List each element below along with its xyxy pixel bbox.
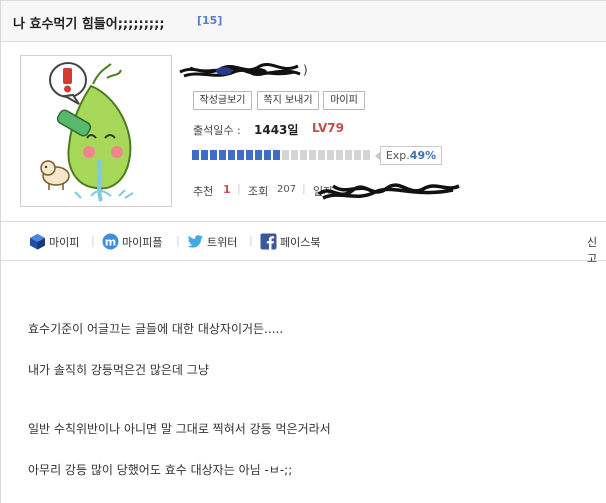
exp-segment-filled: [237, 150, 244, 160]
exp-percent: 49%: [409, 149, 437, 162]
exp-segment-empty: [327, 150, 334, 160]
share-facebook-label: 페이스북: [280, 236, 321, 249]
date-redacted: [317, 183, 460, 200]
level-badge: LV79: [312, 121, 344, 135]
exp-segment-empty: [291, 150, 298, 160]
exp-segment-filled: [264, 150, 271, 160]
exp-segment-empty: [336, 150, 343, 160]
avatar[interactable]: [20, 55, 172, 207]
exp-segment-filled: [210, 150, 217, 160]
nickname-redacted: [179, 63, 301, 78]
recommend-count: 1: [223, 183, 231, 196]
exp-segment-filled: [192, 150, 199, 160]
send-message-button[interactable]: 쪽지 보내기: [257, 91, 319, 110]
twitter-icon: [187, 235, 203, 248]
exp-segment-empty: [300, 150, 307, 160]
exp-segment-empty: [363, 150, 370, 160]
share-divider: |: [249, 234, 253, 247]
stat-divider: |: [302, 182, 306, 195]
content-line: 일반 수칙위반이나 아니면 말 그대로 찍혀서 강등 먹은거라서: [28, 422, 331, 436]
share-mypi-label: 마이피: [49, 236, 80, 249]
exp-badge: Exp.49%: [375, 146, 442, 165]
share-divider: |: [91, 234, 95, 247]
exp-segment-filled: [246, 150, 253, 160]
exp-segment-empty: [318, 150, 325, 160]
comment-count[interactable]: [15]: [197, 14, 222, 27]
nickname-suffix: ): [303, 63, 308, 77]
mypi-button[interactable]: 마이피: [323, 91, 365, 110]
exp-segment-empty: [282, 150, 289, 160]
share-twitter-label: 트위터: [207, 236, 238, 249]
recommend-label: 추천: [193, 185, 214, 198]
exp-segment-empty: [345, 150, 352, 160]
post-header: 나 효수먹기 힘들어;;;;;;;;; [15]: [1, 0, 606, 42]
share-bar: 마이피 | m 마이피플 | 트위터 | 페이스북 신고: [1, 221, 606, 265]
svg-text:m: m: [105, 236, 116, 249]
exp-progress-bar: [192, 150, 370, 160]
exp-segment-empty: [309, 150, 316, 160]
content-line: 효수기준이 어글끄는 글들에 대한 대상자이거든.....: [28, 322, 284, 336]
avatar-image: [21, 56, 171, 206]
attendance-label: 출석일수 :: [193, 124, 241, 137]
mypi-icon: [30, 234, 45, 250]
exp-segment-filled: [228, 150, 235, 160]
exp-segment-filled: [201, 150, 208, 160]
post-title: 나 효수먹기 힘들어;;;;;;;;;: [13, 17, 165, 32]
exp-segment-filled: [219, 150, 226, 160]
share-mypiple-label: 마이피플: [122, 236, 163, 249]
attendance-value: 1443일: [254, 123, 299, 137]
exp-segment-filled: [255, 150, 262, 160]
stat-divider: |: [237, 182, 241, 195]
exp-segment-empty: [354, 150, 361, 160]
mypiple-icon: m: [102, 233, 119, 250]
view-posts-button[interactable]: 작성글보기: [193, 91, 252, 110]
post-view: 나 효수먹기 힘들어;;;;;;;;; [15]) 작성글보기 쪽지 보내기 …: [0, 0, 606, 503]
content-line: 아무리 강등 많이 당했어도 효수 대상자는 아님 -ㅂ-;;: [28, 463, 293, 477]
exp-segment-filled: [273, 150, 280, 160]
exp-label: Exp.: [385, 149, 410, 162]
share-divider: |: [176, 234, 180, 247]
views-label: 조회: [248, 185, 269, 198]
content-line: 내가 솔직히 강등먹은건 많은데 그냥: [28, 363, 209, 377]
facebook-icon: [260, 233, 277, 250]
views-count: 207: [277, 184, 297, 195]
report-button[interactable]: 신고: [587, 234, 606, 266]
